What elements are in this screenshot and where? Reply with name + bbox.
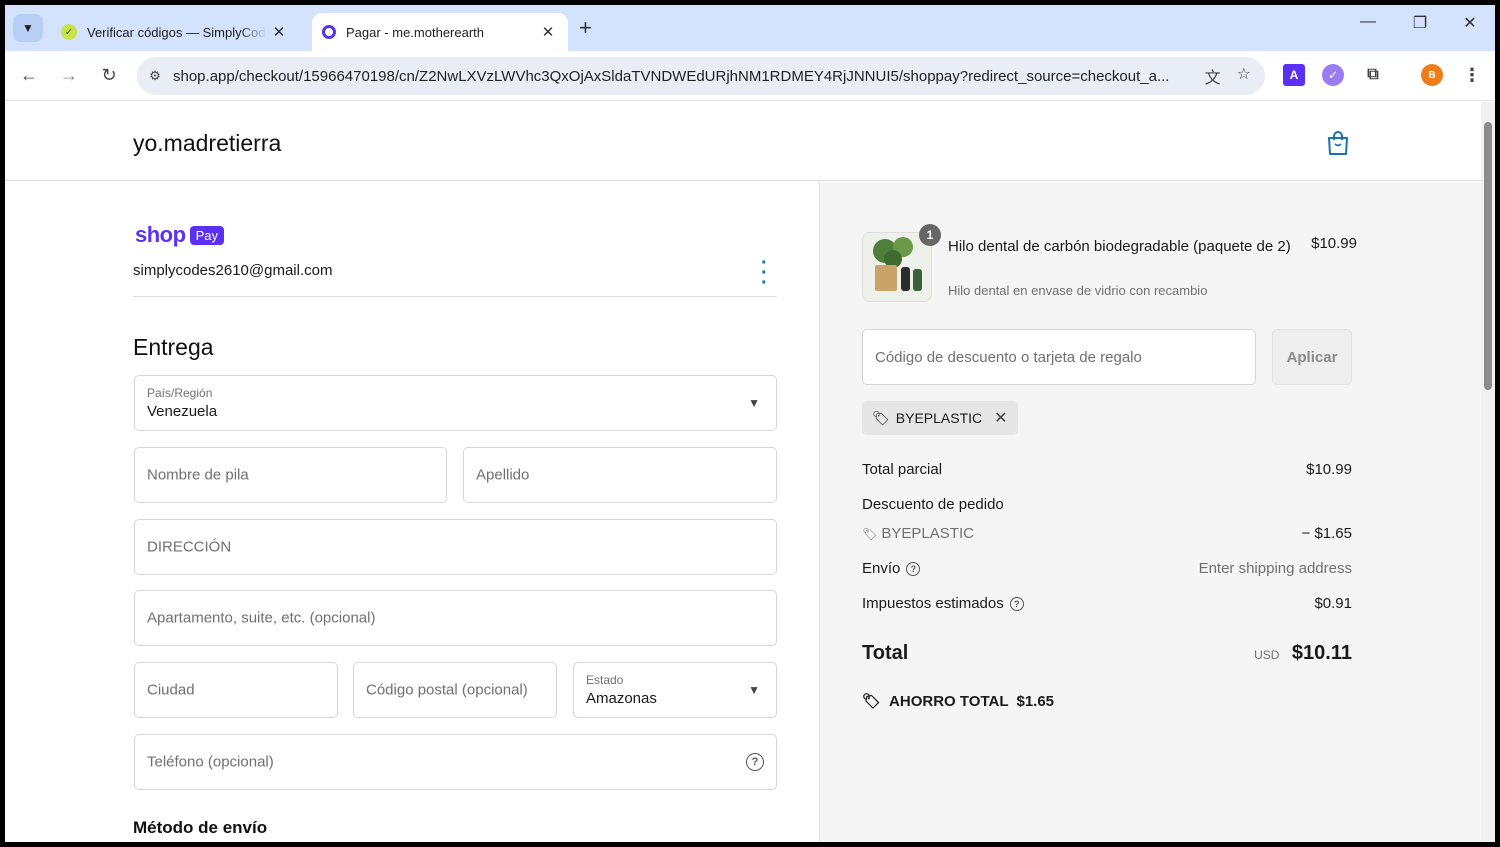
extension-a-icon[interactable]: A	[1283, 64, 1305, 86]
bookmark-star-icon[interactable]: ☆	[1237, 64, 1251, 88]
checkout-page: yo.madretierra shop Pay simplycodes2610@…	[5, 102, 1481, 842]
tab-title: Pagar - me.motherearth	[346, 24, 485, 40]
extensions-puzzle-icon[interactable]: ⧉	[1362, 64, 1384, 86]
discount-code-field[interactable]: Código de descuento o tarjeta de regalo	[862, 329, 1256, 385]
order-discount-row: Descuento de pedido	[862, 496, 1004, 513]
address-field[interactable]: DIRECCIÓN	[134, 519, 777, 575]
translate-icon[interactable]: 文	[1205, 64, 1221, 88]
close-tab-icon[interactable]: ✕	[536, 23, 560, 41]
product-variant: Hilo dental en envase de vidrio con reca…	[948, 283, 1208, 298]
account-email: simplycodes2610@gmail.com	[133, 262, 333, 279]
order-discount-detail: 🏷 BYEPLASTIC − $1.65	[862, 525, 1352, 542]
taxes-row: Impuestos estimados? $0.91	[862, 595, 1352, 612]
tag-icon: 🏷	[872, 409, 890, 426]
total-amount: $10.11	[1291, 642, 1352, 664]
chevron-down-icon: ▼	[22, 21, 34, 35]
last-name-field[interactable]: Apellido	[463, 447, 777, 503]
city-field[interactable]: Ciudad	[134, 662, 338, 718]
tab-simplycodes[interactable]: ✓ Verificar códigos — SimplyCodes ✕	[51, 13, 299, 51]
remove-discount-icon[interactable]: ✕	[994, 408, 1007, 428]
site-settings-icon[interactable]: ⚙	[137, 68, 173, 84]
delivery-heading: Entrega	[133, 334, 214, 360]
country-select[interactable]: País/Región Venezuela ▼	[134, 375, 777, 431]
restore-button[interactable]: ❐	[1397, 13, 1443, 33]
address-bar[interactable]: ⚙ shop.app/checkout/15966470198/cn/Z2NwL…	[137, 57, 1265, 95]
scrollbar-thumb[interactable]	[1484, 122, 1492, 390]
applied-code: BYEPLASTIC	[895, 410, 983, 426]
tab-search-button[interactable]: ▼	[13, 14, 43, 42]
shipping-row: Envío? Enter shipping address	[862, 560, 1352, 577]
subtotal-row: Total parcial $10.99	[862, 461, 1352, 478]
close-window-button[interactable]: ✕	[1447, 13, 1493, 33]
profile-avatar[interactable]: B	[1421, 64, 1443, 86]
forward-icon[interactable]: →	[57, 65, 81, 86]
browser-toolbar: ← → ↻ ⚙ shop.app/checkout/15966470198/cn…	[5, 51, 1495, 101]
tab-strip: ▼ ✓ Verificar códigos — SimplyCodes ✕ Pa…	[5, 5, 1495, 51]
account-options-icon[interactable]: · · ·	[761, 253, 768, 293]
simplycodes-extension-icon[interactable]: ✓	[1322, 64, 1344, 86]
total-row: Total USD $10.11	[862, 642, 1352, 664]
shop-pay-logo: shop Pay	[135, 222, 224, 248]
checkout-header: yo.madretierra	[5, 102, 1481, 181]
tab-title: Verificar códigos — SimplyCodes	[87, 24, 267, 40]
url-text[interactable]: shop.app/checkout/15966470198/cn/Z2NwLXV…	[173, 68, 1205, 85]
chevron-down-icon: ▼	[748, 683, 760, 697]
shipping-method-heading: Método de envío	[133, 818, 268, 837]
back-icon[interactable]: ←	[17, 65, 41, 86]
simplycodes-favicon-icon: ✓	[61, 24, 77, 40]
tab-checkout[interactable]: Pagar - me.motherearth ✕	[312, 13, 568, 51]
quantity-badge: 1	[919, 224, 941, 246]
new-tab-button[interactable]: +	[579, 15, 592, 41]
help-icon[interactable]: ?	[906, 562, 921, 577]
postal-code-field[interactable]: Código postal (opcional)	[353, 662, 557, 718]
order-summary: 1 Hilo dental de carbón biodegradable (p…	[819, 182, 1481, 842]
page-scrollbar[interactable]	[1481, 102, 1495, 842]
shopping-bag-icon[interactable]	[1326, 130, 1350, 156]
help-icon[interactable]: ?	[1009, 597, 1024, 612]
minimize-button[interactable]: —	[1345, 13, 1391, 31]
shop-favicon-icon	[322, 25, 336, 39]
browser-window: ▼ ✓ Verificar códigos — SimplyCodes ✕ Pa…	[5, 5, 1495, 842]
total-savings: 🏷 AHORRO TOTAL $1.65	[862, 692, 1055, 711]
tag-icon: 🏷	[862, 693, 882, 710]
divider	[133, 296, 777, 297]
chevron-down-icon: ▼	[748, 396, 760, 410]
menu-kebab-icon[interactable]: ⋮	[1461, 64, 1483, 86]
apartment-field[interactable]: Apartamento, suite, etc. (opcional)	[134, 590, 777, 646]
shop-name[interactable]: yo.madretierra	[133, 130, 281, 157]
state-select[interactable]: Estado Amazonas ▼	[573, 662, 777, 718]
help-icon[interactable]: ?	[746, 753, 764, 771]
first-name-field[interactable]: Nombre de pila	[134, 447, 447, 503]
product-price: $10.99	[1311, 235, 1357, 252]
close-tab-icon[interactable]: ✕	[267, 23, 291, 41]
applied-discount-chip: 🏷 BYEPLASTIC ✕	[862, 401, 1018, 435]
apply-discount-button[interactable]: Aplicar	[1272, 329, 1352, 385]
phone-field[interactable]: Teléfono (opcional) ?	[134, 734, 777, 790]
product-name: Hilo dental de carbón biodegradable (paq…	[948, 238, 1291, 255]
tag-icon: 🏷	[862, 527, 878, 541]
reload-icon[interactable]: ↻	[97, 65, 121, 86]
checkout-form: shop Pay simplycodes2610@gmail.com · · · E…	[5, 182, 819, 842]
currency-code: USD	[1254, 648, 1280, 662]
